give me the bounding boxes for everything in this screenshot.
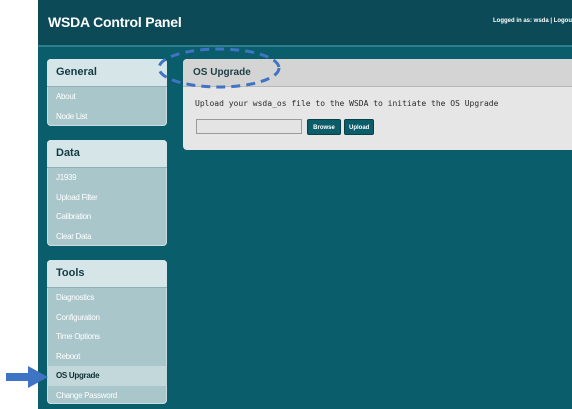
browse-button[interactable]: Browse (307, 119, 341, 135)
app-title: WSDA Control Panel (48, 14, 182, 30)
sidebar-item-os-upgrade[interactable]: OS Upgrade (47, 366, 167, 386)
sidebar-panel-tools: Tools Diagnostics Configuration Time Opt… (47, 260, 167, 404)
sidebar-heading-tools: Tools (47, 260, 167, 288)
header-divider (38, 45, 572, 47)
sidebar-heading-data: Data (47, 140, 167, 168)
sidebar-item-diagnostics[interactable]: Diagnostics (47, 288, 167, 308)
sidebar-item-time-options[interactable]: Time Options (47, 327, 167, 347)
sidebar-item-configuration[interactable]: Configuration (47, 308, 167, 328)
sidebar-heading-general: General (47, 59, 167, 87)
sidebar-item-calibration[interactable]: Calibration (47, 207, 167, 227)
login-status[interactable]: Logged in as: wsda | Logou (493, 18, 572, 24)
file-path-field[interactable] (196, 119, 302, 134)
sidebar-item-change-password[interactable]: Change Password (47, 386, 167, 406)
sidebar-item-clear-data[interactable]: Clear Data (47, 227, 167, 247)
upload-button[interactable]: Upload (344, 119, 374, 135)
sidebar-item-about[interactable]: About (47, 87, 167, 107)
sidebar-item-j1939[interactable]: J1939 (47, 168, 167, 188)
upgrade-instruction: Upload your wsda_os file to the WSDA to … (195, 99, 499, 108)
highlight-ellipse-icon (157, 47, 281, 89)
sidebar-panel-data: Data J1939 Upload Filter Calibration Cle… (47, 140, 167, 246)
arrow-icon (6, 366, 48, 388)
header-bar: WSDA Control Panel Logged in as: wsda | … (38, 0, 572, 45)
sidebar-item-upload-filter[interactable]: Upload Filter (47, 188, 167, 208)
sidebar-panel-general: General About Node List (47, 59, 167, 126)
control-panel: WSDA Control Panel Logged in as: wsda | … (38, 0, 572, 409)
sidebar-item-node-list[interactable]: Node List (47, 107, 167, 127)
sidebar-item-reboot[interactable]: Reboot (47, 347, 167, 367)
